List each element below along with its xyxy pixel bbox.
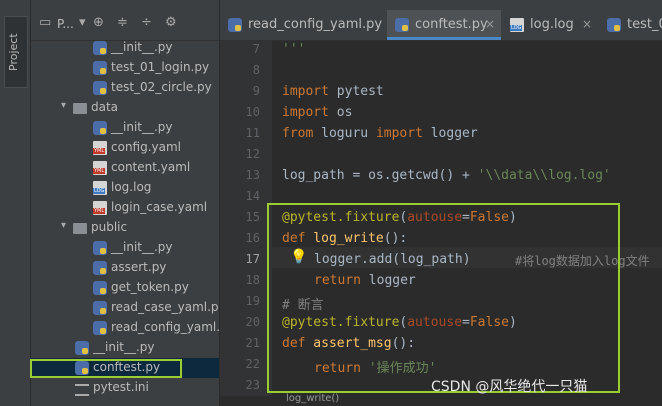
- python-file-icon: [93, 61, 107, 75]
- tree-item[interactable]: __init__.py: [31, 38, 219, 58]
- gear-icon[interactable]: ⚙: [165, 15, 177, 30]
- conftest-highlight-box: [30, 359, 182, 378]
- python-file-icon: [93, 121, 107, 135]
- project-tool-tab[interactable]: Project: [4, 16, 28, 88]
- tree-item[interactable]: __init__.py: [31, 338, 219, 358]
- log-file-icon: [93, 181, 107, 195]
- project-toolbar: ▭ P... ▾ ⊕ ≑ ÷ ⚙: [31, 0, 219, 41]
- yaml-file-icon: [93, 201, 107, 215]
- tree-item[interactable]: read_case_yaml.py: [31, 298, 219, 318]
- tree-item[interactable]: log.log: [31, 178, 219, 198]
- editor-tabs: read_config_yaml.py conftest.py × log.lo…: [220, 10, 662, 41]
- tree-folder-public[interactable]: ▾ public: [31, 218, 219, 238]
- code-line-11: from loguru import logger: [282, 126, 478, 141]
- python-file-icon: [93, 241, 107, 255]
- python-file-icon: [395, 18, 409, 32]
- ini-file-icon: [75, 384, 89, 396]
- python-file-icon: [93, 81, 107, 95]
- tree-item[interactable]: pytest.ini: [31, 378, 219, 398]
- project-tool-tab-label: Project: [7, 33, 20, 71]
- python-file-icon: [93, 321, 107, 335]
- code-line-7: ''': [282, 42, 306, 57]
- python-file-icon: [93, 281, 107, 295]
- tab-log-log[interactable]: log.log ×: [502, 10, 598, 40]
- tree-item[interactable]: test_01_login.py: [31, 58, 219, 78]
- python-file-icon: [93, 261, 107, 275]
- code-line-13: log_path = os.getcwd() + '\\data\\log.lo…: [282, 168, 611, 183]
- tree-item[interactable]: read_config_yaml.py: [31, 318, 219, 338]
- tab-conftest[interactable]: conftest.py ×: [387, 10, 501, 40]
- tool-window-stripe: Project: [0, 0, 31, 406]
- yaml-file-icon: [93, 141, 107, 155]
- code-highlight-box: [267, 203, 620, 393]
- folder-icon: ▭: [39, 15, 52, 30]
- tree-item[interactable]: get_token.py: [31, 278, 219, 298]
- log-file-icon: [510, 18, 524, 32]
- locate-icon[interactable]: ⊕: [93, 15, 104, 30]
- yaml-file-icon: [93, 161, 107, 175]
- collapse-all-icon[interactable]: ≑: [117, 15, 128, 30]
- folder-icon: [73, 103, 87, 114]
- tree-item[interactable]: __init__.py: [31, 118, 219, 138]
- close-icon[interactable]: ×: [582, 17, 592, 31]
- python-file-icon: [93, 301, 107, 315]
- code-line-10: import os: [282, 105, 353, 120]
- tree-item[interactable]: __init__.py: [31, 238, 219, 258]
- chevron-down-icon[interactable]: ▾: [61, 100, 66, 111]
- tree-item[interactable]: config.yaml: [31, 138, 219, 158]
- python-file-icon: [93, 41, 107, 55]
- python-file-icon: [75, 341, 89, 355]
- tab-test-01[interactable]: test_01: [599, 10, 662, 40]
- tab-read-config-yaml[interactable]: read_config_yaml.py: [220, 10, 386, 40]
- tree-item[interactable]: test_02_circle.py: [31, 78, 219, 98]
- project-panel: ▭ P... ▾ ⊕ ≑ ÷ ⚙ __init__.py test_01_log…: [31, 0, 219, 406]
- close-icon[interactable]: ×: [485, 17, 495, 31]
- python-file-icon: [228, 18, 242, 32]
- watermark: CSDN @风华绝代一只猫: [431, 379, 588, 395]
- tree-item[interactable]: login_case.yaml: [31, 198, 219, 218]
- tree-item[interactable]: assert.py: [31, 258, 219, 278]
- title-strip: [220, 0, 662, 10]
- breadcrumb[interactable]: log_write(): [220, 393, 662, 406]
- python-file-icon: [607, 18, 621, 32]
- line-number-gutter: 7 8 9 10 11 12 13 14 15 16 17 18 19 20 2…: [220, 41, 272, 396]
- tree-folder-data[interactable]: ▾ data: [31, 98, 219, 118]
- tree-item[interactable]: content.yaml: [31, 158, 219, 178]
- folder-icon: [73, 223, 87, 234]
- chevron-down-icon[interactable]: ▾: [61, 220, 66, 231]
- project-view-selector[interactable]: P...: [57, 17, 74, 31]
- chevron-down-icon[interactable]: ▾: [79, 15, 86, 30]
- code-line-9: import pytest: [282, 84, 384, 99]
- expand-icon[interactable]: ÷: [141, 15, 152, 30]
